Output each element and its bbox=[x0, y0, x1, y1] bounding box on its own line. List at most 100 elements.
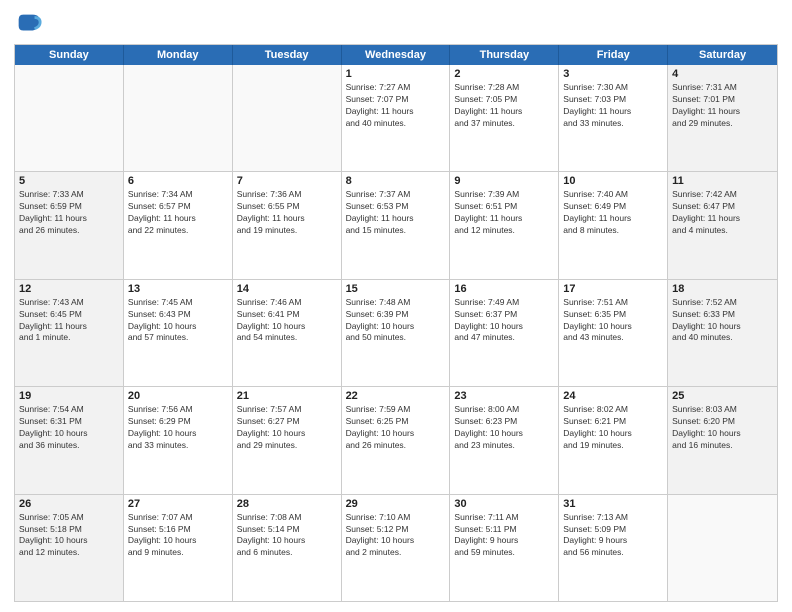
calendar: SundayMondayTuesdayWednesdayThursdayFrid… bbox=[14, 44, 778, 602]
day-number: 13 bbox=[128, 283, 228, 295]
cell-info: Sunrise: 7:51 AM Sunset: 6:35 PM Dayligh… bbox=[563, 297, 663, 345]
cell-info: Sunrise: 8:02 AM Sunset: 6:21 PM Dayligh… bbox=[563, 404, 663, 452]
day-number: 26 bbox=[19, 498, 119, 510]
cell-info: Sunrise: 7:48 AM Sunset: 6:39 PM Dayligh… bbox=[346, 297, 446, 345]
day-number: 4 bbox=[672, 68, 773, 80]
calendar-cell-6: 6 Sunrise: 7:34 AM Sunset: 6:57 PM Daylig… bbox=[124, 172, 233, 278]
cell-info: Sunrise: 7:28 AM Sunset: 7:05 PM Dayligh… bbox=[454, 82, 554, 130]
cell-info: Sunrise: 7:56 AM Sunset: 6:29 PM Dayligh… bbox=[128, 404, 228, 452]
day-number: 8 bbox=[346, 175, 446, 187]
calendar-cell-10: 10 Sunrise: 7:40 AM Sunset: 6:49 PM Dayli… bbox=[559, 172, 668, 278]
calendar-cell-13: 13 Sunrise: 7:45 AM Sunset: 6:43 PM Dayli… bbox=[124, 280, 233, 386]
calendar-cell-18: 18 Sunrise: 7:52 AM Sunset: 6:33 PM Dayli… bbox=[668, 280, 777, 386]
cell-info: Sunrise: 7:30 AM Sunset: 7:03 PM Dayligh… bbox=[563, 82, 663, 130]
calendar-cell-9: 9 Sunrise: 7:39 AM Sunset: 6:51 PM Daylig… bbox=[450, 172, 559, 278]
calendar-cell-30: 30Sunrise: 7:11 AM Sunset: 5:11 PM Dayli… bbox=[450, 495, 559, 601]
header bbox=[14, 10, 778, 38]
calendar-cell-20: 20 Sunrise: 7:56 AM Sunset: 6:29 PM Dayli… bbox=[124, 387, 233, 493]
day-of-week-tuesday: Tuesday bbox=[233, 45, 342, 65]
cell-info: Sunrise: 7:42 AM Sunset: 6:47 PM Dayligh… bbox=[672, 189, 773, 237]
day-number: 19 bbox=[19, 390, 119, 402]
day-number: 28 bbox=[237, 498, 337, 510]
calendar-cell-28: 28Sunrise: 7:08 AM Sunset: 5:14 PM Dayli… bbox=[233, 495, 342, 601]
cell-info: Sunrise: 7:54 AM Sunset: 6:31 PM Dayligh… bbox=[19, 404, 119, 452]
calendar-cell-5: 5 Sunrise: 7:33 AM Sunset: 6:59 PM Daylig… bbox=[15, 172, 124, 278]
calendar-cell-12: 12 Sunrise: 7:43 AM Sunset: 6:45 PM Dayli… bbox=[15, 280, 124, 386]
calendar-cell-14: 14 Sunrise: 7:46 AM Sunset: 6:41 PM Dayli… bbox=[233, 280, 342, 386]
day-of-week-saturday: Saturday bbox=[668, 45, 777, 65]
day-number: 1 bbox=[346, 68, 446, 80]
cell-info: Sunrise: 7:27 AM Sunset: 7:07 PM Dayligh… bbox=[346, 82, 446, 130]
calendar-cell-8: 8 Sunrise: 7:37 AM Sunset: 6:53 PM Daylig… bbox=[342, 172, 451, 278]
day-number: 15 bbox=[346, 283, 446, 295]
day-of-week-wednesday: Wednesday bbox=[342, 45, 451, 65]
cell-info: Sunrise: 7:57 AM Sunset: 6:27 PM Dayligh… bbox=[237, 404, 337, 452]
calendar-cell-empty bbox=[668, 495, 777, 601]
calendar-cell-26: 26 Sunrise: 7:05 AM Sunset: 5:18 PM Dayli… bbox=[15, 495, 124, 601]
day-of-week-monday: Monday bbox=[124, 45, 233, 65]
cell-info: Sunrise: 7:40 AM Sunset: 6:49 PM Dayligh… bbox=[563, 189, 663, 237]
cell-info: Sunrise: 7:43 AM Sunset: 6:45 PM Dayligh… bbox=[19, 297, 119, 345]
calendar-cell-empty bbox=[15, 65, 124, 171]
cell-info: Sunrise: 7:46 AM Sunset: 6:41 PM Dayligh… bbox=[237, 297, 337, 345]
logo bbox=[14, 10, 46, 38]
day-number: 31 bbox=[563, 498, 663, 510]
calendar-cell-19: 19 Sunrise: 7:54 AM Sunset: 6:31 PM Dayli… bbox=[15, 387, 124, 493]
calendar-cell-31: 31Sunrise: 7:13 AM Sunset: 5:09 PM Dayli… bbox=[559, 495, 668, 601]
cell-info: Sunrise: 7:39 AM Sunset: 6:51 PM Dayligh… bbox=[454, 189, 554, 237]
cell-info: Sunrise: 7:34 AM Sunset: 6:57 PM Dayligh… bbox=[128, 189, 228, 237]
day-number: 6 bbox=[128, 175, 228, 187]
calendar-cell-25: 25 Sunrise: 8:03 AM Sunset: 6:20 PM Dayli… bbox=[668, 387, 777, 493]
cell-info: Sunrise: 8:03 AM Sunset: 6:20 PM Dayligh… bbox=[672, 404, 773, 452]
calendar-cell-3: 3 Sunrise: 7:30 AM Sunset: 7:03 PM Daylig… bbox=[559, 65, 668, 171]
calendar-cell-23: 23 Sunrise: 8:00 AM Sunset: 6:23 PM Dayli… bbox=[450, 387, 559, 493]
calendar-cell-empty bbox=[124, 65, 233, 171]
day-number: 30 bbox=[454, 498, 554, 510]
day-number: 16 bbox=[454, 283, 554, 295]
day-number: 12 bbox=[19, 283, 119, 295]
day-number: 21 bbox=[237, 390, 337, 402]
day-number: 22 bbox=[346, 390, 446, 402]
cell-info: Sunrise: 7:31 AM Sunset: 7:01 PM Dayligh… bbox=[672, 82, 773, 130]
day-number: 2 bbox=[454, 68, 554, 80]
calendar-body: 1 Sunrise: 7:27 AM Sunset: 7:07 PM Daylig… bbox=[15, 65, 777, 601]
day-of-week-thursday: Thursday bbox=[450, 45, 559, 65]
cell-info: Sunrise: 7:33 AM Sunset: 6:59 PM Dayligh… bbox=[19, 189, 119, 237]
day-number: 3 bbox=[563, 68, 663, 80]
cell-info: Sunrise: 7:45 AM Sunset: 6:43 PM Dayligh… bbox=[128, 297, 228, 345]
cell-info: Sunrise: 7:37 AM Sunset: 6:53 PM Dayligh… bbox=[346, 189, 446, 237]
cell-info: Sunrise: 7:36 AM Sunset: 6:55 PM Dayligh… bbox=[237, 189, 337, 237]
calendar-cell-27: 27Sunrise: 7:07 AM Sunset: 5:16 PM Dayli… bbox=[124, 495, 233, 601]
calendar-row-5: 26 Sunrise: 7:05 AM Sunset: 5:18 PM Dayli… bbox=[15, 494, 777, 601]
day-of-week-sunday: Sunday bbox=[15, 45, 124, 65]
day-number: 24 bbox=[563, 390, 663, 402]
calendar-cell-17: 17 Sunrise: 7:51 AM Sunset: 6:35 PM Dayli… bbox=[559, 280, 668, 386]
day-of-week-friday: Friday bbox=[559, 45, 668, 65]
calendar-cell-2: 2 Sunrise: 7:28 AM Sunset: 7:05 PM Daylig… bbox=[450, 65, 559, 171]
calendar-cell-22: 22 Sunrise: 7:59 AM Sunset: 6:25 PM Dayli… bbox=[342, 387, 451, 493]
day-number: 17 bbox=[563, 283, 663, 295]
day-number: 18 bbox=[672, 283, 773, 295]
calendar-cell-11: 11 Sunrise: 7:42 AM Sunset: 6:47 PM Dayli… bbox=[668, 172, 777, 278]
calendar-row-2: 5 Sunrise: 7:33 AM Sunset: 6:59 PM Daylig… bbox=[15, 171, 777, 278]
day-number: 23 bbox=[454, 390, 554, 402]
cell-info: Sunrise: 7:49 AM Sunset: 6:37 PM Dayligh… bbox=[454, 297, 554, 345]
day-number: 25 bbox=[672, 390, 773, 402]
day-number: 20 bbox=[128, 390, 228, 402]
calendar-cell-21: 21 Sunrise: 7:57 AM Sunset: 6:27 PM Dayli… bbox=[233, 387, 342, 493]
day-number: 7 bbox=[237, 175, 337, 187]
day-number: 11 bbox=[672, 175, 773, 187]
day-number: 14 bbox=[237, 283, 337, 295]
logo-icon bbox=[14, 10, 42, 38]
calendar-row-3: 12 Sunrise: 7:43 AM Sunset: 6:45 PM Dayli… bbox=[15, 279, 777, 386]
cell-info: Sunrise: 7:59 AM Sunset: 6:25 PM Dayligh… bbox=[346, 404, 446, 452]
cell-info: Sunrise: 7:05 AM Sunset: 5:18 PM Dayligh… bbox=[19, 512, 119, 560]
day-number: 9 bbox=[454, 175, 554, 187]
day-number: 5 bbox=[19, 175, 119, 187]
cell-info: Sunrise: 7:52 AM Sunset: 6:33 PM Dayligh… bbox=[672, 297, 773, 345]
cell-info: Sunrise: 8:00 AM Sunset: 6:23 PM Dayligh… bbox=[454, 404, 554, 452]
calendar-cell-29: 29Sunrise: 7:10 AM Sunset: 5:12 PM Dayli… bbox=[342, 495, 451, 601]
calendar-cell-1: 1 Sunrise: 7:27 AM Sunset: 7:07 PM Daylig… bbox=[342, 65, 451, 171]
day-number: 10 bbox=[563, 175, 663, 187]
cell-info: Sunrise: 7:07 AM Sunset: 5:16 PM Dayligh… bbox=[128, 512, 228, 560]
